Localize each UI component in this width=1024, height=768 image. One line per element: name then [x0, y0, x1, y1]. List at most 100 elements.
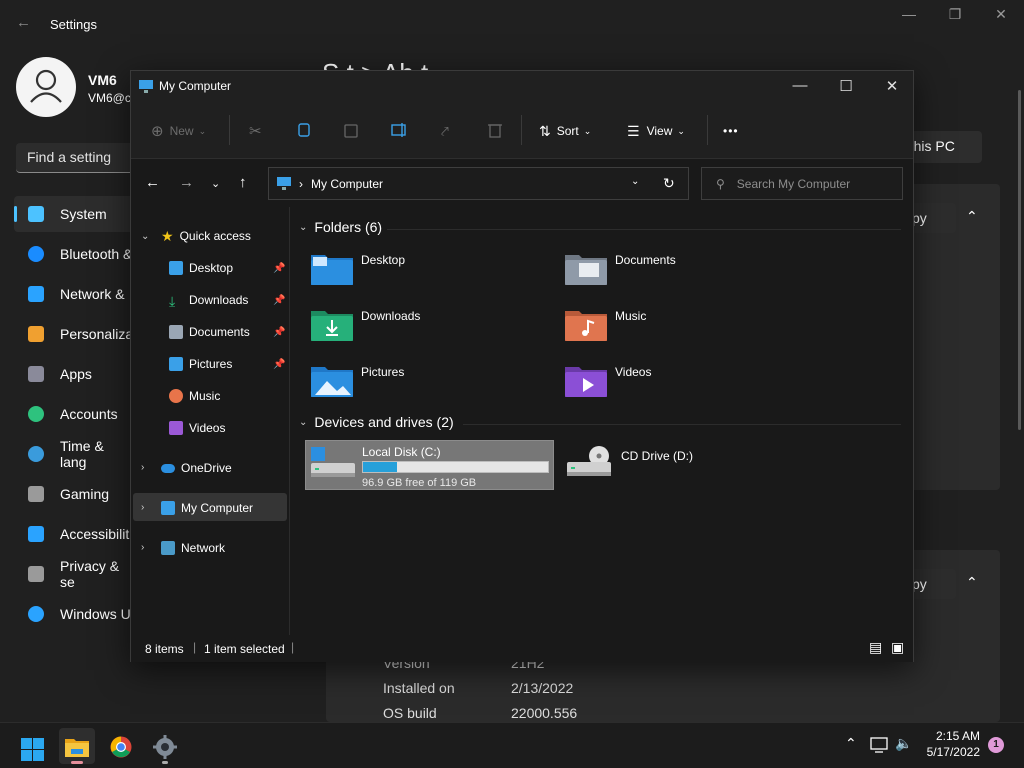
nav-item-network[interactable]: Network &: [14, 276, 134, 312]
nav-label: Music: [189, 389, 221, 403]
chevron-down-icon[interactable]: ⌄: [141, 231, 149, 242]
folder-videos[interactable]: Videos: [565, 359, 815, 407]
star-icon: ★: [161, 227, 174, 244]
nav-item-accounts[interactable]: Accounts: [14, 396, 134, 432]
nav-item-apps[interactable]: Apps: [14, 356, 134, 392]
pin-icon[interactable]: 📌: [273, 327, 285, 338]
folders-group-header[interactable]: ⌄ Folders (6): [299, 219, 382, 235]
pin-icon[interactable]: 📌: [273, 295, 285, 306]
nav-pictures[interactable]: Pictures: [169, 351, 232, 377]
nav-label: OneDrive: [181, 461, 232, 475]
minimize-icon[interactable]: —: [886, 6, 932, 22]
maximize-icon[interactable]: ☐: [823, 77, 869, 95]
nav-item-personalization[interactable]: Personaliza: [14, 316, 134, 352]
share-icon[interactable]: ⤤: [441, 119, 449, 143]
divider: [387, 229, 901, 230]
pane-splitter[interactable]: [289, 207, 290, 635]
address-bar[interactable]: › My Computer ⌄ ↻: [268, 167, 689, 200]
folder-music[interactable]: Music: [565, 303, 815, 351]
nav-downloads[interactable]: ⤓ Downloads: [169, 287, 248, 313]
file-explorer-button[interactable]: [59, 728, 95, 764]
paste-icon[interactable]: [344, 122, 358, 138]
nav-label: Privacy & se: [60, 558, 120, 590]
folder-pictures[interactable]: Pictures: [311, 359, 561, 407]
chrome-button[interactable]: [103, 728, 139, 764]
find-setting-input[interactable]: Find a setting: [16, 143, 140, 173]
update-icon: [28, 606, 44, 622]
nav-item-gaming[interactable]: Gaming: [14, 476, 134, 512]
forward-arrow-icon[interactable]: →: [179, 174, 194, 191]
chevron-up-icon[interactable]: ⌃: [966, 574, 978, 591]
downloads-folder-icon: [311, 311, 353, 341]
up-arrow-icon[interactable]: ↑: [239, 174, 247, 191]
nav-item-privacy[interactable]: Privacy & se: [14, 556, 134, 592]
copy-icon[interactable]: [297, 122, 311, 138]
computer-icon: [139, 80, 153, 93]
nav-documents[interactable]: Documents: [169, 319, 250, 345]
more-options-icon[interactable]: •••: [723, 119, 739, 143]
nav-item-time-language[interactable]: Time & lang: [14, 436, 134, 472]
folder-desktop[interactable]: Desktop: [311, 247, 561, 295]
nav-item-system[interactable]: System: [14, 196, 134, 232]
avatar[interactable]: [16, 57, 76, 117]
nav-quick-access[interactable]: ★ Quick access: [161, 223, 251, 249]
drive-d[interactable]: CD Drive (D:): [565, 440, 815, 490]
file-explorer-icon: [65, 739, 89, 757]
clock-date[interactable]: 5/17/2022: [920, 745, 980, 759]
nav-label: My Computer: [181, 501, 254, 515]
nav-my-computer[interactable]: My Computer: [161, 495, 253, 521]
network-icon[interactable]: [870, 737, 888, 753]
title-bar[interactable]: My Computer — ☐ ✕: [131, 71, 913, 103]
user-name: VM6: [88, 72, 117, 88]
chevron-up-icon[interactable]: ⌃: [845, 735, 857, 752]
pin-icon[interactable]: 📌: [273, 359, 285, 370]
nav-item-bluetooth[interactable]: Bluetooth &: [14, 236, 134, 272]
chevron-down-icon: ⌄: [677, 125, 685, 136]
chevron-right-icon[interactable]: ›: [141, 542, 144, 553]
view-button[interactable]: ☰ View ⌄: [627, 119, 685, 143]
chevron-right-icon[interactable]: ›: [141, 462, 144, 473]
sort-button[interactable]: ⇅ Sort ⌄: [539, 119, 591, 143]
search-input[interactable]: ⚲ Search My Computer: [701, 167, 903, 200]
scrollbar[interactable]: [1018, 90, 1021, 430]
recent-locations-icon[interactable]: ⌄: [211, 177, 220, 190]
back-arrow-icon[interactable]: ←: [16, 14, 31, 31]
clock-time[interactable]: 2:15 AM: [920, 729, 980, 743]
settings-app-button[interactable]: [147, 728, 183, 764]
nav-item-accessibility[interactable]: Accessibilit: [14, 516, 134, 552]
nav-music[interactable]: Music: [169, 383, 220, 409]
pin-icon[interactable]: 📌: [273, 263, 285, 274]
nav-network[interactable]: Network: [161, 535, 225, 561]
folder-documents[interactable]: Documents: [565, 247, 815, 295]
drive-c[interactable]: Local Disk (C:) 96.9 GB free of 119 GB: [305, 440, 554, 490]
refresh-icon[interactable]: ↻: [663, 175, 675, 192]
chevron-down-icon: ⌄: [299, 416, 308, 428]
chevron-down-icon[interactable]: ⌄: [631, 176, 639, 187]
details-view-icon[interactable]: ▤: [869, 639, 882, 656]
nav-label: Documents: [189, 325, 250, 339]
new-button[interactable]: ⊕ New ⌄: [151, 119, 206, 143]
nav-onedrive[interactable]: OneDrive: [161, 455, 232, 481]
maximize-icon[interactable]: ❐: [932, 6, 978, 23]
back-arrow-icon[interactable]: ←: [145, 174, 160, 191]
notification-badge[interactable]: 1: [988, 737, 1004, 753]
chevron-up-icon[interactable]: ⌃: [966, 208, 978, 225]
volume-icon[interactable]: 🔈: [895, 735, 912, 752]
drives-group-header[interactable]: ⌄ Devices and drives (2): [299, 414, 454, 430]
cd-drive-icon: [567, 446, 611, 476]
start-button[interactable]: [14, 728, 50, 764]
nav-desktop[interactable]: Desktop: [169, 255, 233, 281]
tiles-view-icon[interactable]: ▣: [891, 639, 904, 656]
nav-videos[interactable]: Videos: [169, 415, 225, 441]
chevron-right-icon[interactable]: ›: [141, 502, 144, 513]
delete-icon[interactable]: [488, 122, 502, 138]
explorer-window: My Computer — ☐ ✕ ⊕ New ⌄ ✂ ⤤ ⇅ Sort ⌄ ☰…: [130, 70, 914, 662]
folder-downloads[interactable]: Downloads: [311, 303, 561, 351]
minimize-icon[interactable]: —: [777, 77, 823, 94]
close-icon[interactable]: ✕: [869, 77, 915, 95]
nav-item-windows-update[interactable]: Windows U: [14, 596, 134, 632]
rename-icon[interactable]: [391, 122, 409, 138]
close-icon[interactable]: ✕: [978, 6, 1024, 23]
cut-icon[interactable]: ✂: [249, 119, 262, 143]
folder-label: Music: [615, 309, 647, 323]
